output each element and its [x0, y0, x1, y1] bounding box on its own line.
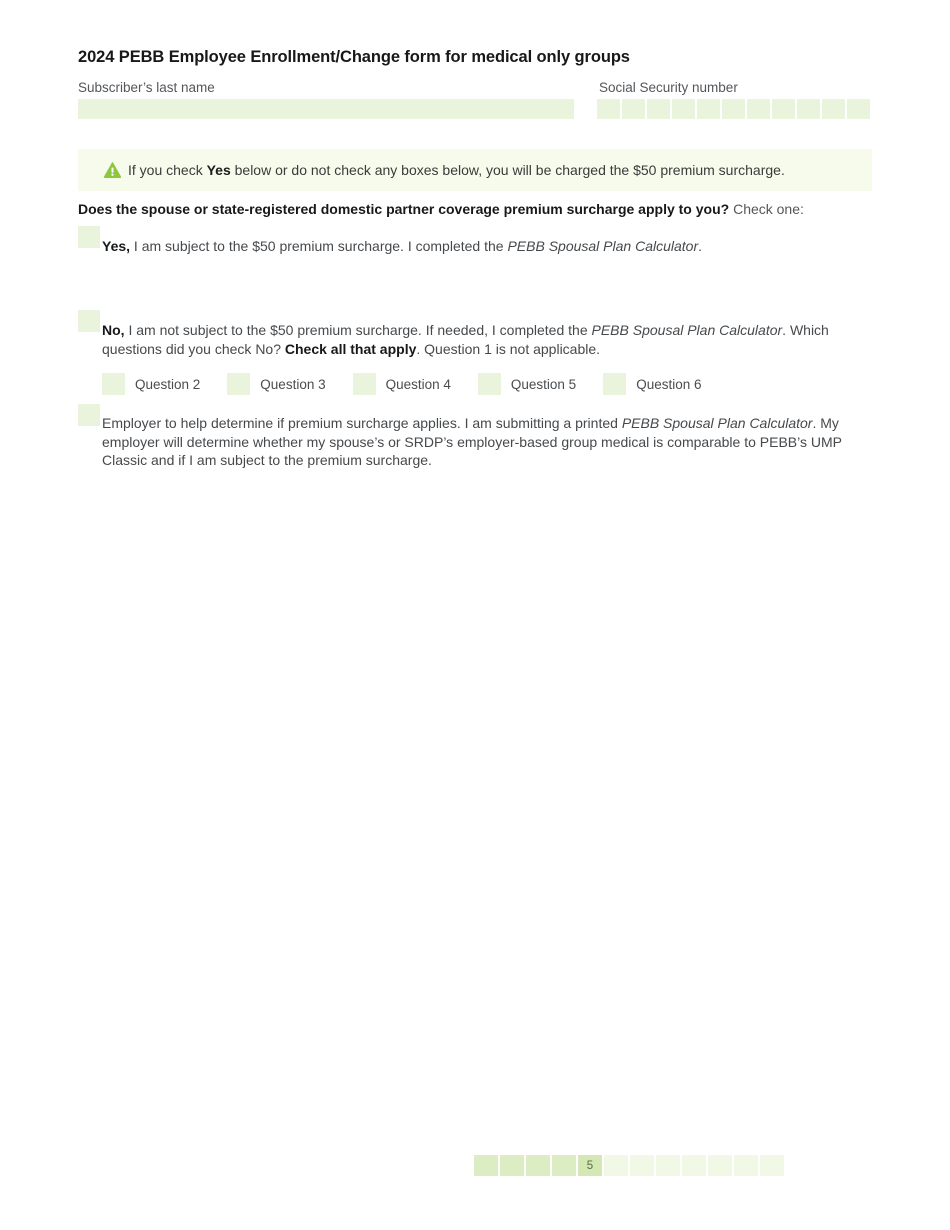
option-no-text: No, I am not subject to the $50 premium … — [102, 321, 862, 358]
checkbox-question-4[interactable] — [352, 373, 376, 395]
question-6-label: Question 6 — [636, 376, 702, 392]
checkbox-question-6[interactable] — [603, 373, 627, 395]
checkbox-question-2[interactable] — [102, 373, 125, 395]
ssn-digit-box[interactable] — [797, 99, 820, 119]
last-name-input[interactable] — [78, 99, 574, 119]
question-checkbox-item[interactable]: Question 6 — [603, 373, 701, 395]
form-page: 2024 PEBB Employee Enrollment/Change for… — [0, 0, 950, 1230]
ssn-digit-box[interactable] — [647, 99, 670, 119]
page-box-2[interactable] — [500, 1155, 524, 1176]
checkbox-yes-surcharge[interactable] — [78, 226, 100, 248]
page-box-current[interactable]: 5 — [578, 1155, 602, 1176]
option-no-label: No, — [102, 322, 125, 338]
option-yes-label: Yes, — [102, 238, 131, 254]
page-box-6[interactable] — [604, 1155, 628, 1176]
option-yes-calculator-name: PEBB Spousal Plan Calculator — [507, 238, 699, 254]
option-no-plain: I am not subject to the $50 premium surc… — [124, 322, 592, 338]
question-checkbox-item[interactable]: Question 5 — [477, 373, 577, 395]
ssn-digit-box[interactable] — [847, 99, 870, 119]
page-box-8[interactable] — [656, 1155, 680, 1176]
page-box-9[interactable] — [682, 1155, 706, 1176]
question-checkbox-item[interactable]: Question 2 — [102, 373, 200, 395]
surcharge-question-text: Does the spouse or state-registered dome… — [78, 201, 730, 217]
check-one-hint: Check one: — [729, 201, 804, 217]
page-box-11[interactable] — [734, 1155, 758, 1176]
warning-banner: If you check Yes below or do not check a… — [78, 149, 872, 191]
question-2-label: Question 2 — [135, 376, 201, 392]
option-employer-text: Employer to help determine if premium su… — [102, 414, 847, 470]
option-employer-calculator-name: PEBB Spousal Plan Calculator — [621, 415, 813, 431]
ssn-digit-box[interactable] — [672, 99, 695, 119]
ssn-digit-box[interactable] — [772, 99, 795, 119]
option-employer-plain: Employer to help determine if premium su… — [102, 415, 622, 431]
page-box-1[interactable] — [474, 1155, 498, 1176]
checkbox-no-surcharge[interactable] — [78, 310, 100, 332]
check-all-that-apply-label: Check all that apply — [284, 340, 417, 357]
page-box-7[interactable] — [630, 1155, 654, 1176]
checkbox-question-5[interactable] — [477, 373, 501, 395]
warning-text-before: If you check — [128, 162, 207, 178]
page-box-10[interactable] — [708, 1155, 732, 1176]
question-4-label: Question 4 — [385, 376, 451, 392]
ssn-label: Social Security number — [599, 80, 738, 95]
checkbox-question-3[interactable] — [227, 373, 251, 395]
question-3-label: Question 3 — [260, 376, 326, 392]
page-box-12[interactable] — [760, 1155, 784, 1176]
ssn-digit-box[interactable] — [622, 99, 645, 119]
option-no-tail2: . Question 1 is not applicable. — [416, 340, 601, 357]
option-yes-tail: . — [698, 238, 703, 254]
ssn-input-group — [597, 99, 870, 119]
ssn-digit-box[interactable] — [722, 99, 745, 119]
checkbox-employer-determination[interactable] — [78, 404, 100, 426]
option-no-calculator-name: PEBB Spousal Plan Calculator — [591, 322, 783, 338]
surcharge-question-heading: Does the spouse or state-registered dome… — [78, 201, 804, 217]
ssn-digit-box[interactable] — [697, 99, 720, 119]
last-name-label: Subscriber’s last name — [78, 80, 215, 95]
question-5-label: Question 5 — [510, 376, 577, 392]
page-box-3[interactable] — [526, 1155, 550, 1176]
page-indicator: 5 — [474, 1155, 784, 1176]
ssn-digit-box[interactable] — [822, 99, 845, 119]
warning-triangle-icon — [104, 162, 121, 178]
warning-text-after: below or do not check any boxes below, y… — [230, 162, 785, 178]
warning-text-bold: Yes — [206, 162, 231, 178]
question-checkbox-row: Question 2 Question 3 Question 4 Questio… — [102, 373, 701, 395]
ssn-digit-box[interactable] — [747, 99, 770, 119]
page-title: 2024 PEBB Employee Enrollment/Change for… — [78, 48, 630, 66]
warning-text: If you check Yes below or do not check a… — [128, 163, 785, 177]
option-yes-plain: I am subject to the $50 premium surcharg… — [130, 238, 508, 254]
option-yes-text: Yes, I am subject to the $50 premium sur… — [102, 237, 862, 256]
question-checkbox-item[interactable]: Question 4 — [352, 373, 451, 395]
page-box-4[interactable] — [552, 1155, 576, 1176]
ssn-digit-box[interactable] — [597, 99, 620, 119]
question-checkbox-item[interactable]: Question 3 — [227, 373, 326, 395]
